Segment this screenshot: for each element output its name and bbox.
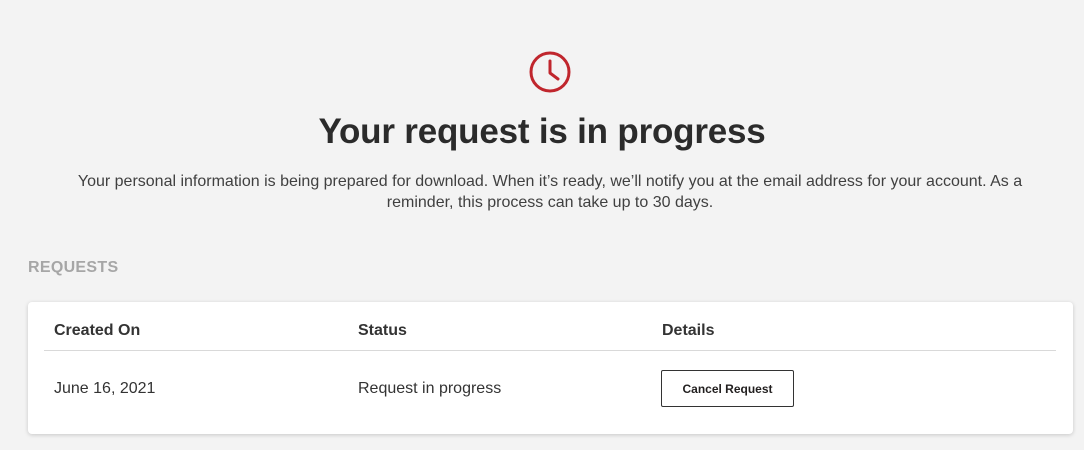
requests-table: Created On Status Details June 16, 2021 … (28, 302, 1073, 434)
requests-section-label: REQUESTS (28, 259, 119, 276)
clock-icon (529, 51, 571, 93)
column-header-details: Details (662, 322, 715, 339)
cancel-request-button[interactable]: Cancel Request (661, 370, 794, 407)
created-on-cell: June 16, 2021 (54, 380, 156, 397)
status-cell: Request in progress (358, 380, 502, 397)
page-title: Your request is in progress (318, 112, 766, 151)
status-description: Your personal information is being prepa… (77, 173, 1023, 211)
request-status-page: Your request is in progress Your persona… (0, 0, 1084, 450)
column-header-created-on: Created On (54, 322, 141, 339)
column-header-status: Status (358, 322, 407, 339)
table-header-divider (44, 350, 1056, 351)
